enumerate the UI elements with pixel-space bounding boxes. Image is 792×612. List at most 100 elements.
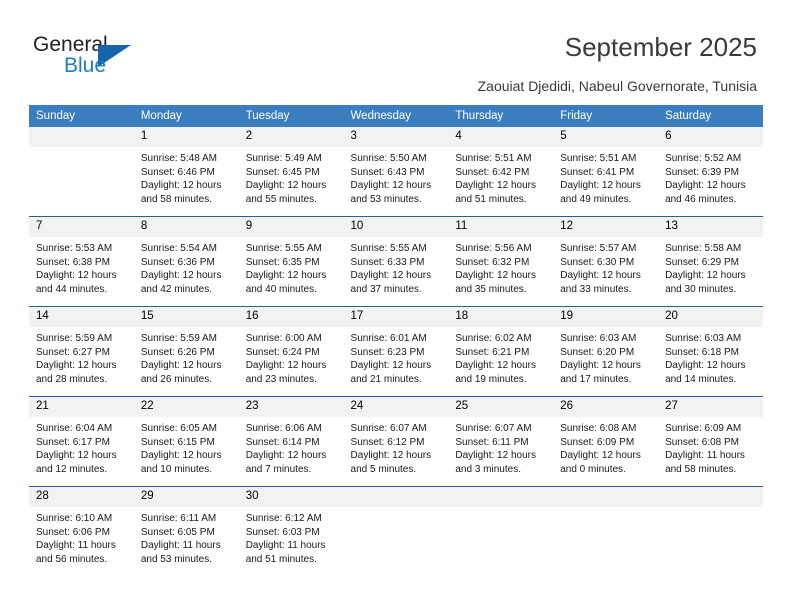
day-details: Sunrise: 6:04 AM Sunset: 6:17 PM Daylight:…: [29, 417, 134, 476]
calendar-day-cell[interactable]: 26 Sunrise: 6:08 AM Sunset: 6:09 PM Dayligh…: [553, 396, 659, 487]
calendar-day-cell[interactable]: 22 Sunrise: 6:05 AM Sunset: 6:15 PM Dayligh…: [133, 396, 239, 487]
calendar-day-cell-empty: [658, 486, 763, 576]
calendar-day-cell[interactable]: 11 Sunrise: 5:56 AM Sunset: 6:32 PM Dayligh…: [448, 216, 554, 307]
daylight-duration-line2: and 35 minutes.: [455, 283, 527, 295]
sunset-time: Sunset: 6:17 PM: [36, 436, 110, 448]
day-number: 15: [133, 307, 239, 327]
day-details: Sunrise: 5:49 AM Sunset: 6:45 PM Daylight:…: [239, 147, 344, 206]
calendar-page: General Blue September 2025 Zaouiat Djed…: [0, 0, 792, 612]
day-number: 23: [238, 397, 344, 417]
calendar-day-cell[interactable]: 16 Sunrise: 6:00 AM Sunset: 6:24 PM Dayligh…: [238, 306, 344, 397]
calendar-day-cell[interactable]: 25 Sunrise: 6:07 AM Sunset: 6:11 PM Dayligh…: [448, 396, 554, 487]
daylight-duration-line2: and 51 minutes.: [245, 553, 317, 565]
day-details: Sunrise: 5:52 AM Sunset: 6:39 PM Daylight:…: [658, 147, 763, 206]
weekday-header-friday: Friday: [553, 105, 659, 127]
calendar-day-cell[interactable]: 30 Sunrise: 6:12 AM Sunset: 6:03 PM Dayligh…: [238, 486, 344, 576]
calendar-day-cell[interactable]: 1 Sunrise: 5:48 AM Sunset: 6:46 PM Daylight…: [133, 127, 239, 217]
daylight-duration-line1: Daylight: 12 hours: [665, 360, 746, 372]
calendar-day-cell[interactable]: 28 Sunrise: 6:10 AM Sunset: 6:06 PM Dayligh…: [29, 486, 134, 576]
daylight-duration-line2: and 49 minutes.: [560, 193, 632, 205]
calendar-day-cell[interactable]: 5 Sunrise: 5:51 AM Sunset: 6:41 PM Daylight…: [553, 127, 659, 217]
calendar-day-cell[interactable]: 20 Sunrise: 6:03 AM Sunset: 6:18 PM Dayligh…: [658, 306, 763, 397]
sunrise-time: Sunrise: 6:03 AM: [560, 333, 637, 344]
sunrise-time: Sunrise: 6:12 AM: [245, 513, 322, 524]
calendar-day-cell[interactable]: 6 Sunrise: 5:52 AM Sunset: 6:39 PM Daylight…: [658, 127, 763, 217]
calendar-day-cell[interactable]: 24 Sunrise: 6:07 AM Sunset: 6:12 PM Dayligh…: [343, 396, 449, 487]
weekday-header-wednesday: Wednesday: [343, 105, 449, 127]
calendar-day-cell[interactable]: 9 Sunrise: 5:55 AM Sunset: 6:35 PM Daylight…: [238, 216, 344, 307]
daylight-duration-line1: Daylight: 11 hours: [245, 540, 326, 552]
daylight-duration-line1: Daylight: 12 hours: [665, 180, 746, 192]
sunrise-time: Sunrise: 6:04 AM: [36, 423, 113, 434]
sunset-time: Sunset: 6:20 PM: [560, 346, 635, 358]
calendar-day-cell-empty: [343, 486, 449, 576]
calendar-day-cell[interactable]: 17 Sunrise: 6:01 AM Sunset: 6:23 PM Dayligh…: [343, 306, 449, 397]
sunrise-time: Sunrise: 6:05 AM: [140, 423, 217, 434]
calendar-day-cell[interactable]: 15 Sunrise: 5:59 AM Sunset: 6:26 PM Dayligh…: [133, 306, 239, 397]
day-number: 11: [448, 217, 554, 237]
day-details: Sunrise: 5:55 AM Sunset: 6:35 PM Daylight:…: [239, 237, 344, 296]
daylight-duration-line1: Daylight: 12 hours: [350, 450, 432, 462]
sunset-time: Sunset: 6:26 PM: [140, 346, 215, 358]
sunrise-time: Sunrise: 6:00 AM: [245, 333, 322, 344]
calendar-day-cell[interactable]: 27 Sunrise: 6:09 AM Sunset: 6:08 PM Dayligh…: [658, 396, 763, 487]
calendar-day-cell[interactable]: 21 Sunrise: 6:04 AM Sunset: 6:17 PM Dayligh…: [29, 396, 134, 487]
day-number: 14: [29, 307, 134, 327]
day-number: [658, 487, 763, 507]
calendar-day-cell[interactable]: 14 Sunrise: 5:59 AM Sunset: 6:27 PM Dayligh…: [29, 306, 134, 397]
calendar-day-cell[interactable]: 8 Sunrise: 5:54 AM Sunset: 6:36 PM Daylight…: [133, 216, 239, 307]
sunset-time: Sunset: 6:03 PM: [245, 526, 320, 538]
sunrise-time: Sunrise: 5:55 AM: [350, 243, 427, 254]
daylight-duration-line1: Daylight: 12 hours: [36, 450, 117, 462]
day-details: Sunrise: 5:58 AM Sunset: 6:29 PM Daylight:…: [658, 237, 763, 296]
calendar-day-cell[interactable]: 13 Sunrise: 5:58 AM Sunset: 6:29 PM Dayligh…: [658, 216, 763, 307]
calendar-day-cell[interactable]: 7 Sunrise: 5:53 AM Sunset: 6:38 PM Daylight…: [29, 216, 134, 307]
calendar-day-cell[interactable]: 3 Sunrise: 5:50 AM Sunset: 6:43 PM Daylight…: [343, 127, 449, 217]
sunrise-time: Sunrise: 6:02 AM: [455, 333, 532, 344]
day-number: 29: [133, 487, 239, 507]
sunset-time: Sunset: 6:23 PM: [350, 346, 425, 358]
day-number: 6: [658, 127, 763, 147]
day-details: Sunrise: 6:05 AM Sunset: 6:15 PM Daylight:…: [134, 417, 239, 476]
calendar-day-cell[interactable]: 12 Sunrise: 5:57 AM Sunset: 6:30 PM Dayligh…: [553, 216, 659, 307]
calendar-day-cell[interactable]: 19 Sunrise: 6:03 AM Sunset: 6:20 PM Dayligh…: [553, 306, 659, 397]
daylight-duration-line1: Daylight: 11 hours: [36, 540, 116, 552]
day-details: Sunrise: 6:11 AM Sunset: 6:05 PM Daylight:…: [134, 507, 239, 566]
daylight-duration-line1: Daylight: 12 hours: [140, 360, 222, 372]
calendar-day-cell[interactable]: 29 Sunrise: 6:11 AM Sunset: 6:05 PM Dayligh…: [133, 486, 239, 576]
day-number: 28: [29, 487, 134, 507]
calendar-week-row: 28 Sunrise: 6:10 AM Sunset: 6:06 PM Dayligh…: [29, 486, 763, 576]
sunset-time: Sunset: 6:32 PM: [455, 256, 530, 268]
sunrise-sunset-calendar-table: Sunday Monday Tuesday Wednesday Thursday…: [29, 105, 763, 576]
sunrise-time: Sunrise: 6:08 AM: [560, 423, 637, 434]
calendar-day-cell[interactable]: 4 Sunrise: 5:51 AM Sunset: 6:42 PM Daylight…: [448, 127, 554, 217]
calendar-day-cell[interactable]: 18 Sunrise: 6:02 AM Sunset: 6:21 PM Dayligh…: [448, 306, 554, 397]
day-details: Sunrise: 5:48 AM Sunset: 6:46 PM Daylight:…: [134, 147, 239, 206]
sunrise-time: Sunrise: 6:09 AM: [665, 423, 742, 434]
calendar-day-cell[interactable]: 2 Sunrise: 5:49 AM Sunset: 6:45 PM Daylight…: [238, 127, 344, 217]
day-number: 27: [658, 397, 763, 417]
daylight-duration-line2: and 37 minutes.: [350, 283, 422, 295]
sunrise-time: Sunrise: 5:55 AM: [245, 243, 322, 254]
sunrise-time: Sunrise: 5:59 AM: [140, 333, 217, 344]
daylight-duration-line2: and 56 minutes.: [36, 553, 108, 565]
general-blue-logo[interactable]: General Blue: [33, 33, 153, 83]
day-number: 30: [238, 487, 344, 507]
sunset-time: Sunset: 6:05 PM: [140, 526, 215, 538]
weekday-header-sunday: Sunday: [29, 105, 134, 127]
daylight-duration-line1: Daylight: 12 hours: [455, 180, 536, 192]
calendar-week-row: 1 Sunrise: 5:48 AM Sunset: 6:46 PM Daylight…: [29, 127, 763, 217]
calendar-day-cell[interactable]: 10 Sunrise: 5:55 AM Sunset: 6:33 PM Dayligh…: [343, 216, 449, 307]
daylight-duration-line1: Daylight: 12 hours: [560, 360, 641, 372]
sunrise-time: Sunrise: 5:51 AM: [455, 153, 532, 164]
day-number: [343, 487, 449, 507]
sunset-time: Sunset: 6:45 PM: [245, 166, 320, 178]
sunrise-time: Sunrise: 5:50 AM: [350, 153, 427, 164]
calendar-day-cell[interactable]: 23 Sunrise: 6:06 AM Sunset: 6:14 PM Dayligh…: [238, 396, 344, 487]
daylight-duration-line2: and 40 minutes.: [245, 283, 317, 295]
day-details: Sunrise: 5:56 AM Sunset: 6:32 PM Daylight:…: [448, 237, 553, 296]
daylight-duration-line2: and 5 minutes.: [350, 463, 417, 475]
sunrise-time: Sunrise: 6:01 AM: [350, 333, 427, 344]
day-details: Sunrise: 6:02 AM Sunset: 6:21 PM Daylight:…: [448, 327, 553, 386]
day-number: 5: [553, 127, 659, 147]
